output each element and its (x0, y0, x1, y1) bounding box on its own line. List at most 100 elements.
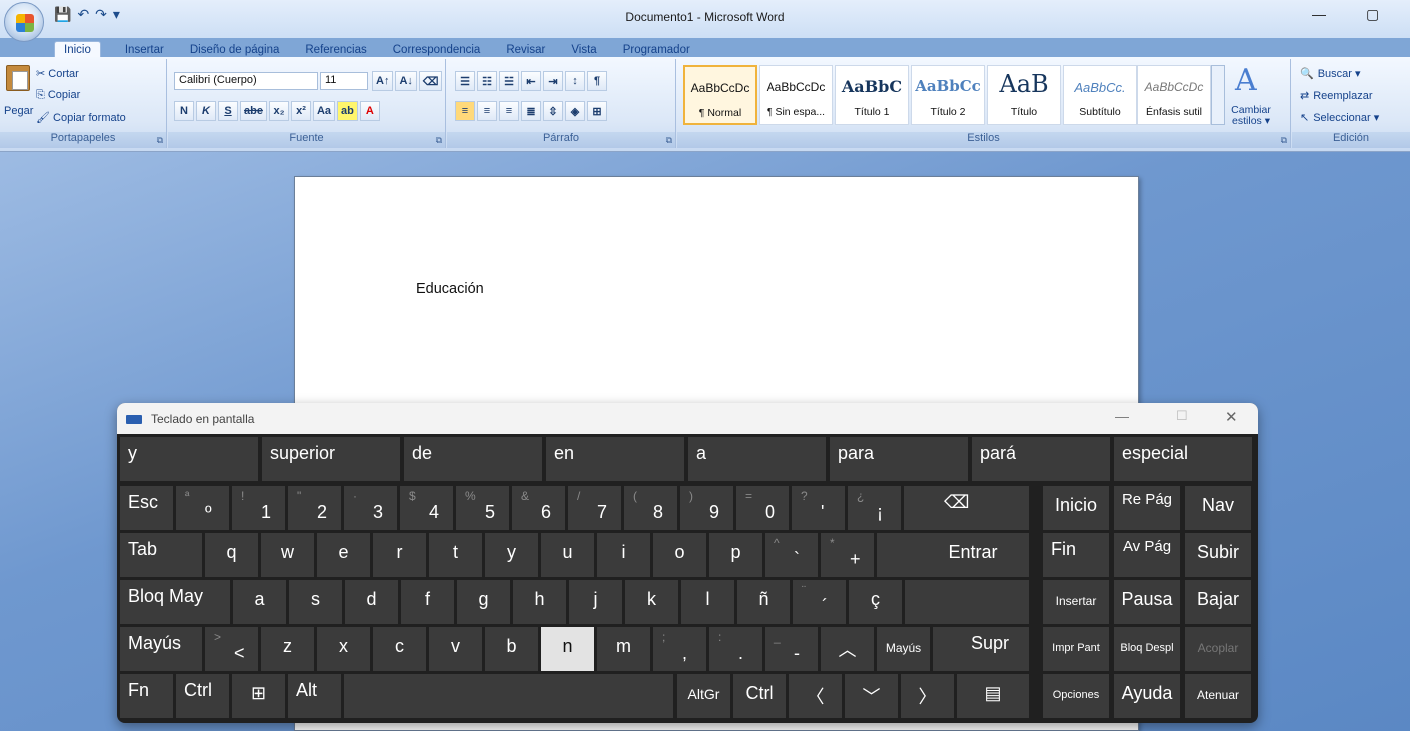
key-delete[interactable]: Supr (933, 627, 1029, 671)
key-windows[interactable]: ⊞ (232, 674, 285, 718)
key-space[interactable] (344, 674, 673, 718)
key-tab[interactable]: Tab (120, 533, 202, 577)
dialog-launcher-icon[interactable]: ⧉ (157, 135, 163, 146)
clear-format-button[interactable]: ⌫ (418, 71, 443, 91)
key-letter[interactable]: z (261, 627, 314, 671)
key-letter[interactable]: h (513, 580, 566, 624)
suggestion-key[interactable]: en (546, 437, 684, 481)
key-comma[interactable]: ;, (653, 627, 706, 671)
paste-icon[interactable] (6, 65, 30, 91)
tab-programador[interactable]: Programador (621, 44, 692, 58)
key-0[interactable]: = 0 (736, 486, 789, 530)
styles-scrollbar[interactable] (1211, 65, 1225, 125)
select-button[interactable]: ↖ Seleccionar ▾ (1300, 111, 1379, 124)
numbering-button[interactable]: ☷ (477, 71, 497, 91)
tab-revisar[interactable]: Revisar (504, 44, 547, 58)
key-options[interactable]: Opciones (1043, 674, 1109, 718)
strikethrough-button[interactable]: abe (240, 101, 267, 121)
key-letter-pressed[interactable]: n (541, 627, 594, 671)
key-masculine[interactable]: ªº (176, 486, 229, 530)
style-normal[interactable]: AaBbCcDc ¶ Normal (683, 65, 757, 125)
key-letter[interactable]: k (625, 580, 678, 624)
key-2[interactable]: " 2 (288, 486, 341, 530)
key-letter[interactable]: t (429, 533, 482, 577)
suggestion-key[interactable]: pará (972, 437, 1110, 481)
replace-button[interactable]: ⇄ Reemplazar (1300, 89, 1373, 103)
key-ctrl-right[interactable]: Ctrl (733, 674, 786, 718)
key-nav[interactable]: Nav (1185, 486, 1251, 530)
key-backspace[interactable]: ⌫ (904, 486, 1029, 530)
key-less-than[interactable]: > < (205, 627, 258, 671)
tab-referencias[interactable]: Referencias (303, 44, 368, 58)
key-ctrl[interactable]: Ctrl (176, 674, 229, 718)
key-letter[interactable]: d (345, 580, 398, 624)
key-down[interactable]: Bajar (1185, 580, 1251, 624)
align-right-button[interactable]: ≡ (499, 101, 519, 121)
key-1[interactable]: ! 1 (232, 486, 285, 530)
key-period[interactable]: :. (709, 627, 762, 671)
key-letter[interactable]: x (317, 627, 370, 671)
key-menu[interactable]: ▤ (957, 674, 1029, 718)
shrink-font-button[interactable]: A↓ (395, 71, 417, 91)
key-fn[interactable]: Fn (120, 674, 173, 718)
key-5[interactable]: % 5 (456, 486, 509, 530)
suggestion-key[interactable]: a (688, 437, 826, 481)
change-styles-button[interactable]: Cambiar estilos ▾ (1227, 105, 1275, 127)
key-6[interactable]: & 6 (512, 486, 565, 530)
key-letter[interactable]: u (541, 533, 594, 577)
tab-correspondencia[interactable]: Correspondencia (391, 44, 483, 58)
key-letter[interactable]: p (709, 533, 762, 577)
minimize-button[interactable]: — (1312, 6, 1326, 22)
key-right[interactable]: 〉 (901, 674, 954, 718)
key-grave[interactable]: ^ ` (765, 533, 818, 577)
dialog-launcher-icon[interactable]: ⧉ (666, 135, 672, 146)
style-sin-espaciado[interactable]: AaBbCcDc ¶ Sin espa... (759, 65, 833, 125)
osk-close-button[interactable]: ✕ (1225, 408, 1238, 426)
document-text[interactable]: Educación (416, 281, 484, 297)
key-letter[interactable]: c (373, 627, 426, 671)
key-letter[interactable]: l (681, 580, 734, 624)
office-button[interactable] (4, 2, 44, 42)
key-acute[interactable]: ¨ ´ (793, 580, 846, 624)
key-letter[interactable]: f (401, 580, 454, 624)
key-fade[interactable]: Atenuar (1185, 674, 1251, 718)
key-3[interactable]: · 3 (344, 486, 397, 530)
show-marks-button[interactable]: ¶ (587, 71, 607, 91)
key-enter[interactable]: Entrar (877, 533, 1029, 577)
key-enter-lower[interactable] (905, 580, 1029, 624)
key-letter[interactable]: e (317, 533, 370, 577)
key-letter[interactable]: g (457, 580, 510, 624)
key-shift[interactable]: Mayús (120, 627, 202, 671)
tab-diseno[interactable]: Diseño de página (188, 44, 282, 58)
italic-button[interactable]: K (196, 101, 216, 121)
key-letter[interactable]: j (569, 580, 622, 624)
key-scroll-lock[interactable]: Bloq Despl (1114, 627, 1180, 671)
style-enfasis-sutil[interactable]: AaBbCcDc Énfasis sutil (1137, 65, 1211, 125)
key-inverted-exclamation[interactable]: ¿ ¡ (848, 486, 901, 530)
key-pgup[interactable]: Re Pág (1114, 486, 1180, 530)
tab-inicio[interactable]: Inicio (54, 41, 101, 58)
font-family-select[interactable]: Calibri (Cuerpo) (174, 72, 318, 90)
highlight-button[interactable]: ab (337, 101, 358, 121)
align-center-button[interactable]: ≡ (477, 101, 497, 121)
osk-maximize-button[interactable]: ☐ (1176, 408, 1188, 424)
subscript-button[interactable]: x₂ (268, 101, 289, 121)
change-case-button[interactable]: Aa (312, 101, 336, 121)
key-letter[interactable]: a (233, 580, 286, 624)
change-styles-icon[interactable]: A (1235, 63, 1257, 98)
suggestion-key[interactable]: para (830, 437, 968, 481)
cut-button[interactable]: ✂ Cortar (36, 67, 79, 80)
style-titulo[interactable]: AaB Título (987, 65, 1061, 125)
suggestion-key[interactable]: superior (262, 437, 400, 481)
superscript-button[interactable]: x² (290, 101, 311, 121)
key-shift-right[interactable]: Mayús (877, 627, 930, 671)
key-esc[interactable]: Esc (120, 486, 173, 530)
style-titulo-1[interactable]: AaBbC Título 1 (835, 65, 909, 125)
key-letter[interactable]: r (373, 533, 426, 577)
key-pause[interactable]: Pausa (1114, 580, 1180, 624)
key-7[interactable]: /7 (568, 486, 621, 530)
key-letter[interactable]: o (653, 533, 706, 577)
font-size-select[interactable]: 11 (320, 72, 368, 90)
key-cedilla[interactable]: ç (849, 580, 902, 624)
suggestion-key[interactable]: y (120, 437, 258, 481)
